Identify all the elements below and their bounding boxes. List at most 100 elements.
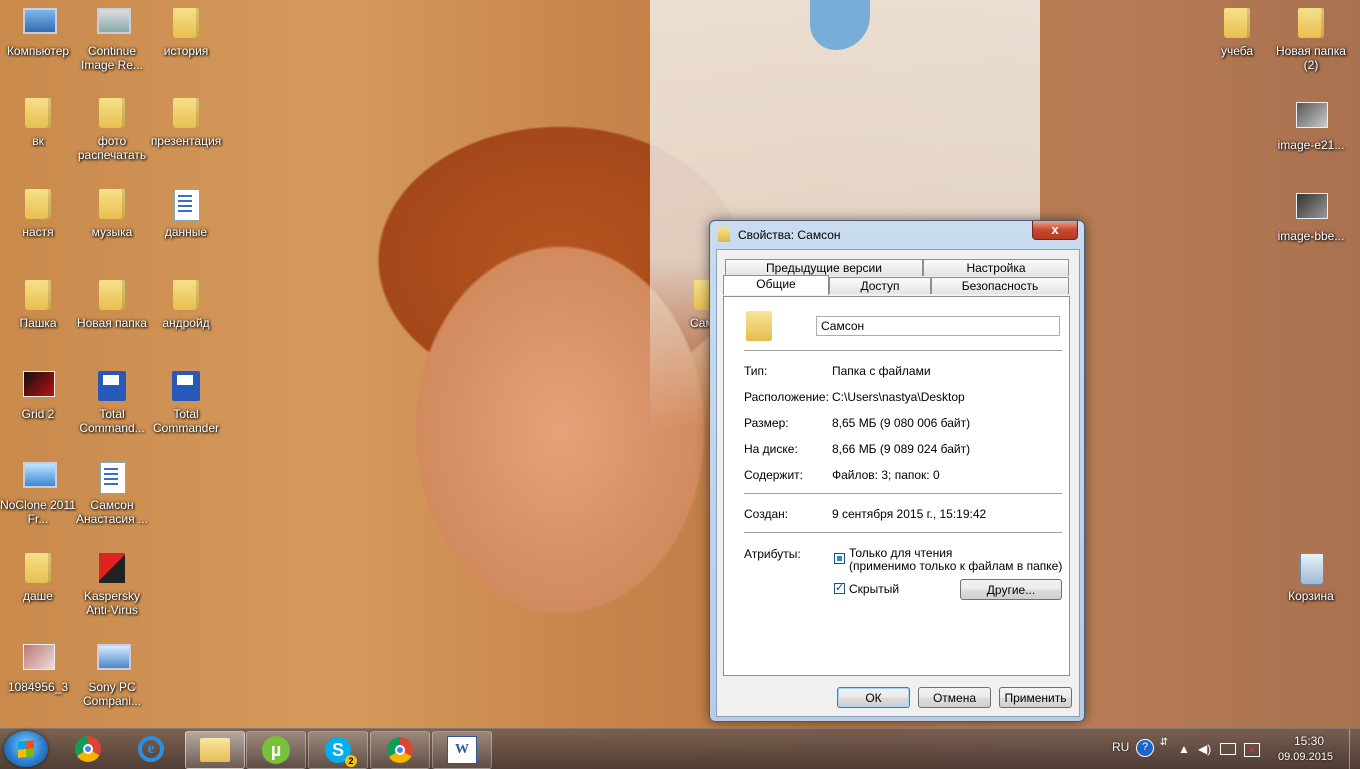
- tab-general[interactable]: Общие: [723, 275, 829, 295]
- desktop-icon-label: учеба: [1220, 44, 1254, 58]
- desktop-icon-data[interactable]: данные: [148, 189, 224, 239]
- divider: [744, 532, 1062, 533]
- desktop-icon-dashe[interactable]: даше: [0, 553, 76, 603]
- start-button[interactable]: [4, 731, 48, 767]
- desktop-icon-total-commander-1[interactable]: Total Command...: [74, 371, 150, 435]
- tab-access[interactable]: Доступ: [829, 277, 931, 294]
- tab-security[interactable]: Безопасность: [931, 277, 1069, 294]
- desktop-icon-image-bbe[interactable]: image-bbe...: [1273, 193, 1349, 243]
- ok-button[interactable]: ОК: [837, 687, 910, 708]
- divider: [744, 493, 1062, 494]
- folder-icon: [95, 98, 129, 132]
- tab-previous-versions[interactable]: Предыдущие версии: [725, 259, 923, 276]
- folder-icon: [718, 228, 730, 242]
- cancel-button[interactable]: Отмена: [918, 687, 991, 708]
- app-shortcut-icon: [95, 644, 131, 678]
- folder-icon: [95, 189, 129, 223]
- readonly-checkbox[interactable]: [834, 553, 845, 564]
- desktop-icon-total-commander-2[interactable]: Total Commander: [148, 371, 224, 435]
- desktop-icon-music[interactable]: музыка: [74, 189, 150, 239]
- desktop-icon-label: Grid 2: [21, 407, 55, 421]
- skype-icon: S 2: [325, 737, 357, 767]
- language-options-icon[interactable]: ⇵: [1158, 737, 1170, 749]
- desktop-icon-label: Total Command...: [79, 407, 145, 435]
- desktop-icon-new-folder[interactable]: Новая папка: [74, 280, 150, 330]
- clock-time[interactable]: 15:30: [1294, 734, 1324, 748]
- taskbar-chrome[interactable]: [59, 731, 117, 767]
- close-button[interactable]: x: [1032, 221, 1078, 240]
- desktop-icon-label: image-e21...: [1277, 138, 1345, 152]
- folder-icon: [21, 189, 55, 223]
- other-attributes-button[interactable]: Другие...: [960, 579, 1062, 600]
- taskbar-word[interactable]: W: [432, 731, 492, 769]
- magnifier-icon: [21, 462, 57, 496]
- internet-explorer-icon: e: [138, 736, 164, 762]
- desktop-icon-new-folder-2[interactable]: Новая папка (2): [1273, 8, 1349, 72]
- desktop-icon-android[interactable]: андройд: [148, 280, 224, 330]
- help-icon[interactable]: ?: [1136, 739, 1154, 757]
- word-document-icon: [95, 462, 129, 496]
- volume-icon[interactable]: ◀): [1198, 743, 1211, 755]
- taskbar-explorer[interactable]: [185, 731, 245, 769]
- type-value: Папка с файлами: [832, 364, 931, 378]
- tab-settings[interactable]: Настройка: [923, 259, 1069, 276]
- desktop-icon-label: 1084956_3: [7, 680, 69, 694]
- network-icon[interactable]: ✕: [1244, 743, 1260, 757]
- desktop-icon-label: Компьютер: [6, 44, 70, 58]
- desktop-icon-samson-folder[interactable]: Сам: [674, 280, 720, 330]
- desktop-icon-label: Sony PC Compani...: [82, 680, 142, 708]
- desktop-icon-nastya[interactable]: настя: [0, 189, 76, 239]
- desktop-icon-label: настя: [22, 225, 54, 239]
- taskbar-internet-explorer[interactable]: e: [122, 731, 180, 767]
- desktop-icon-continue-image[interactable]: Continue Image Re...: [74, 8, 150, 72]
- word-icon: W: [447, 736, 477, 764]
- general-panel: Тип: Папка с файлами Расположение: C:\Us…: [723, 296, 1070, 676]
- language-indicator[interactable]: RU: [1112, 740, 1129, 754]
- desktop-icon-photo-print[interactable]: фото распечатать: [74, 98, 150, 162]
- clock-date[interactable]: 09.09.2015: [1278, 751, 1333, 763]
- desktop-icon-kaspersky[interactable]: Kaspersky Anti-Virus: [74, 553, 150, 617]
- dialog-title: Свойства: Самсон: [738, 228, 841, 242]
- floppy-disk-icon: [169, 371, 203, 405]
- desktop-icon-label: Корзина: [1288, 589, 1334, 603]
- desktop-icon-pashka[interactable]: Пашка: [0, 280, 76, 330]
- show-hidden-icons-icon[interactable]: ▲: [1178, 743, 1190, 755]
- folder-icon: [21, 553, 55, 587]
- desktop-icon-label: Самсон Анастасия ...: [76, 498, 148, 526]
- desktop-icon-label: вк: [32, 134, 44, 148]
- desktop-icon-sony-pc-companion[interactable]: Sony PC Compani...: [74, 644, 150, 708]
- folder-icon: [95, 280, 129, 314]
- divider: [744, 350, 1062, 351]
- desktop-icon-label: презентация: [150, 134, 222, 148]
- desktop-icon-label: Kaspersky Anti-Virus: [83, 589, 141, 617]
- desktop-icon-label: Пашка: [19, 316, 57, 330]
- desktop-icon-presentation[interactable]: презентация: [148, 98, 224, 148]
- desktop-icon-image-e21[interactable]: image-e21...: [1273, 102, 1349, 152]
- desktop-icon-1084956[interactable]: 1084956_3: [0, 644, 76, 694]
- taskbar-chrome-2[interactable]: [370, 731, 430, 769]
- attributes-label: Атрибуты:: [744, 547, 801, 561]
- show-desktop-button[interactable]: [1349, 729, 1360, 769]
- desktop-icon-computer[interactable]: Компьютер: [0, 8, 76, 58]
- size-label: Размер:: [744, 416, 789, 430]
- computer-icon: [21, 8, 57, 42]
- taskbar-skype[interactable]: S 2: [308, 731, 368, 769]
- folder-name-input[interactable]: [816, 316, 1060, 336]
- action-center-icon[interactable]: [1220, 743, 1236, 755]
- taskbar-utorrent[interactable]: µ: [246, 731, 306, 769]
- desktop-icon-history[interactable]: история: [148, 8, 224, 58]
- desktop-icon-recycle-bin[interactable]: Корзина: [1273, 553, 1349, 603]
- desktop-icon-noclone[interactable]: NoClone 2011 Fr...: [0, 462, 76, 526]
- contains-value: Файлов: 3; папок: 0: [832, 468, 940, 482]
- desktop-icon-vk[interactable]: вк: [0, 98, 76, 148]
- disk-size-label: На диске:: [744, 442, 798, 456]
- desktop-icon-grid2[interactable]: Grid 2: [0, 371, 76, 421]
- desktop-icon-ucheba[interactable]: учеба: [1199, 8, 1275, 58]
- folder-icon: [169, 280, 203, 314]
- folder-icon: [169, 98, 203, 132]
- desktop-icon-samson-doc[interactable]: Самсон Анастасия ...: [74, 462, 150, 526]
- folder-icon: [21, 280, 55, 314]
- apply-button[interactable]: Применить: [999, 687, 1072, 708]
- hidden-checkbox[interactable]: [834, 581, 845, 594]
- chrome-icon: [75, 736, 101, 762]
